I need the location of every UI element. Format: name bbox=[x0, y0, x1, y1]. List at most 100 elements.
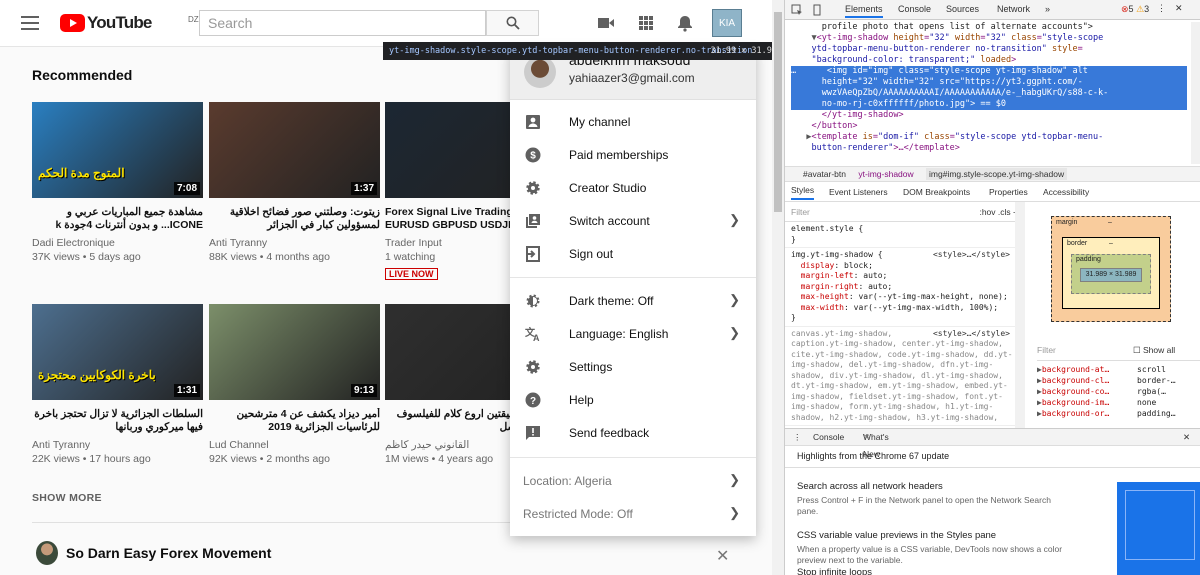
computed-property[interactable]: ▶background-at… scroll bbox=[1037, 365, 1200, 376]
notifications-bell-icon[interactable] bbox=[676, 14, 694, 32]
menu-item-dark-theme-off[interactable]: Dark theme: Off ❯ bbox=[510, 284, 756, 317]
account-email: yahiaazer3@gmail.com bbox=[569, 71, 695, 85]
breadcrumb-item[interactable]: yt-img-shadow bbox=[858, 169, 913, 179]
location-setting[interactable]: Location: Algeria ❯ bbox=[510, 464, 756, 497]
error-count[interactable]: ⊗5 ⚠3 bbox=[1121, 4, 1149, 15]
close-icon[interactable]: ✕ bbox=[716, 546, 729, 566]
hov-toggle[interactable]: :hov bbox=[979, 207, 995, 217]
breadcrumb-item-active[interactable]: img#img.style-scope.yt-img-shadow bbox=[926, 168, 1068, 180]
video-thumbnail[interactable]: المتوج مدة الحكم 7:08 bbox=[32, 102, 203, 198]
channel-name[interactable]: Anti Tyranny bbox=[32, 438, 203, 452]
subtab-styles[interactable]: Styles bbox=[791, 182, 815, 200]
video-title[interactable]: مشاهدة جميع المباريات عربي و ICONE... و … bbox=[32, 206, 203, 232]
inspect-element-icon[interactable] bbox=[791, 4, 803, 16]
subtab-properties[interactable]: Properties bbox=[989, 182, 1028, 202]
help-icon: ? bbox=[524, 391, 542, 409]
drawer-tab-console[interactable]: Console bbox=[813, 429, 844, 446]
duration-badge: 7:08 bbox=[173, 182, 200, 195]
drawer-menu-icon[interactable]: ⋮ bbox=[793, 429, 802, 446]
chevron-right-icon: ❯ bbox=[729, 505, 740, 520]
channel-avatar[interactable] bbox=[36, 541, 58, 565]
devtools-inspect-tooltip: yt-img-shadow.style-scope.ytd-topbar-men… bbox=[383, 42, 772, 60]
video-card[interactable]: 1:37 زيتوت: وصلتني صور فضائح اخلاقية لمسؤ… bbox=[209, 102, 380, 264]
section-title-recommended: Recommended bbox=[32, 67, 133, 83]
drawer-tabs: ⋮ Console What's New ✕ ✕ bbox=[785, 429, 1200, 459]
menu-item-language-english[interactable]: 文 A Language: English ❯ bbox=[510, 317, 756, 350]
subtab-accessibility[interactable]: Accessibility bbox=[1043, 182, 1089, 202]
menu-item-my-channel[interactable]: My channel bbox=[510, 105, 756, 138]
menu-item-paid-memberships[interactable]: $ Paid memberships bbox=[510, 138, 756, 171]
computed-property[interactable]: ▶background-cl… border-… bbox=[1037, 376, 1200, 387]
video-card[interactable]: المتوج مدة الحكم 7:08 مشاهدة جميع المباريا… bbox=[32, 102, 203, 264]
restricted-mode-setting[interactable]: Restricted Mode: Off ❯ bbox=[510, 497, 756, 530]
subtab-event-listeners[interactable]: Event Listeners bbox=[829, 182, 888, 202]
show-more-button[interactable]: SHOW MORE bbox=[32, 492, 102, 504]
box-model-padding[interactable]: padding 31.989 × 31.989 bbox=[1071, 254, 1151, 294]
menu-item-creator-studio[interactable]: Creator Studio bbox=[510, 171, 756, 204]
close-drawer-icon[interactable]: ✕ bbox=[1183, 429, 1190, 446]
more-options-icon[interactable]: ⋮ bbox=[1157, 3, 1166, 14]
computed-property[interactable]: ▶background-im… none bbox=[1037, 398, 1200, 409]
youtube-logo[interactable]: YouTube DZ bbox=[60, 13, 199, 33]
video-card[interactable]: باخرة الكوكايين محتجزة 1:31 السلطات الجزائ… bbox=[32, 304, 203, 466]
menu-item-sign-out[interactable]: Sign out bbox=[510, 237, 756, 270]
scrollbar-thumb[interactable] bbox=[774, 12, 782, 212]
shelf-title[interactable]: So Darn Easy Forex Movement bbox=[66, 545, 271, 561]
more-tabs-icon[interactable]: » bbox=[1045, 4, 1050, 14]
channel-name[interactable]: Anti Tyranny bbox=[209, 236, 380, 250]
computed-property[interactable]: ▶background-co… rgba(… bbox=[1037, 387, 1200, 398]
video-thumbnail[interactable]: 9:13 bbox=[209, 304, 380, 400]
menu-item-help[interactable]: ? Help bbox=[510, 383, 756, 416]
search-button[interactable] bbox=[486, 10, 539, 36]
video-title[interactable]: أمير ديزاد يكشف عن 4 مترشحين للرئاسيات ا… bbox=[209, 408, 380, 434]
styles-filter-input[interactable]: Filter:hov .cls + bbox=[785, 202, 1024, 222]
css-rule[interactable]: img.yt-img-shadow {<style>…</style> disp… bbox=[785, 248, 1024, 327]
apps-icon[interactable] bbox=[637, 14, 655, 32]
styles-scrollbar[interactable] bbox=[1015, 202, 1025, 428]
breadcrumb-item[interactable]: #avatar-btn bbox=[803, 169, 846, 179]
menu-item-send-feedback[interactable]: Send feedback bbox=[510, 416, 756, 449]
menu-item-switch-account[interactable]: Switch account ❯ bbox=[510, 204, 756, 237]
styles-subtabs: Styles Event Listeners DOM Breakpoints P… bbox=[785, 182, 1200, 202]
computed-property[interactable]: ▶background-or… padding… bbox=[1037, 409, 1200, 420]
tab-elements[interactable]: Elements bbox=[845, 4, 883, 18]
show-all-checkbox[interactable]: ☐ Show all bbox=[1133, 345, 1175, 356]
video-title[interactable]: السلطات الجزائرية لا تزال تحتجز باخرة في… bbox=[32, 408, 203, 434]
video-title[interactable]: زيتوت: وصلتني صور فضائح اخلاقية لمسؤولين… bbox=[209, 206, 380, 232]
warning-icon: ⚠ bbox=[1136, 4, 1145, 14]
create-video-icon[interactable] bbox=[597, 14, 615, 32]
menu-icon[interactable] bbox=[21, 16, 39, 30]
live-badge: LIVE NOW bbox=[385, 268, 438, 280]
account-avatar bbox=[524, 56, 556, 88]
close-tab-icon[interactable]: ✕ bbox=[863, 429, 870, 446]
whats-new-title[interactable]: Search across all network headers bbox=[797, 481, 943, 492]
subtab-dom-breakpoints[interactable]: DOM Breakpoints bbox=[903, 182, 970, 202]
video-thumbnail[interactable]: باخرة الكوكايين محتجزة 1:31 bbox=[32, 304, 203, 400]
dom-scrollbar[interactable] bbox=[1191, 22, 1200, 164]
cls-toggle[interactable]: .cls bbox=[998, 207, 1011, 217]
computed-filter-input[interactable]: Filter ☐ Show all bbox=[1037, 345, 1200, 361]
whats-new-title[interactable]: Stop infinite loops bbox=[797, 567, 872, 575]
duration-badge: 9:13 bbox=[350, 384, 377, 397]
channel-name[interactable]: Lud Channel bbox=[209, 438, 380, 452]
page-scrollbar[interactable] bbox=[772, 0, 784, 575]
channel-name[interactable]: Dadi Electronique bbox=[32, 236, 203, 250]
css-rule[interactable]: element.style { } bbox=[785, 222, 1024, 248]
feedback-icon bbox=[524, 424, 542, 442]
menu-item-settings[interactable]: Settings bbox=[510, 350, 756, 383]
video-thumbnail[interactable]: 1:37 bbox=[209, 102, 380, 198]
box-model-content[interactable]: 31.989 × 31.989 bbox=[1080, 268, 1142, 282]
tab-console[interactable]: Console bbox=[898, 4, 931, 14]
whats-new-title[interactable]: CSS variable value previews in the Style… bbox=[797, 530, 996, 541]
dom-tree[interactable]: profile photo that opens list of alterna… bbox=[791, 22, 1187, 164]
box-model-border[interactable]: border – padding 31.989 × 31.989 bbox=[1062, 237, 1160, 309]
box-model-margin[interactable]: margin – border – padding 31.989 × 31.98… bbox=[1051, 216, 1171, 322]
search-input[interactable]: Search bbox=[199, 10, 486, 36]
tab-sources[interactable]: Sources bbox=[946, 4, 979, 14]
avatar-button[interactable]: KIA bbox=[712, 9, 742, 37]
video-card[interactable]: 9:13 أمير ديزاد يكشف عن 4 مترشحين للرئاسي… bbox=[209, 304, 380, 466]
css-rule[interactable]: canvas.yt-img-shadow, <style>…</style> ca… bbox=[785, 327, 1024, 426]
close-devtools-icon[interactable]: ✕ bbox=[1175, 3, 1183, 14]
tab-network[interactable]: Network bbox=[997, 4, 1030, 14]
device-toolbar-icon[interactable] bbox=[811, 4, 823, 16]
